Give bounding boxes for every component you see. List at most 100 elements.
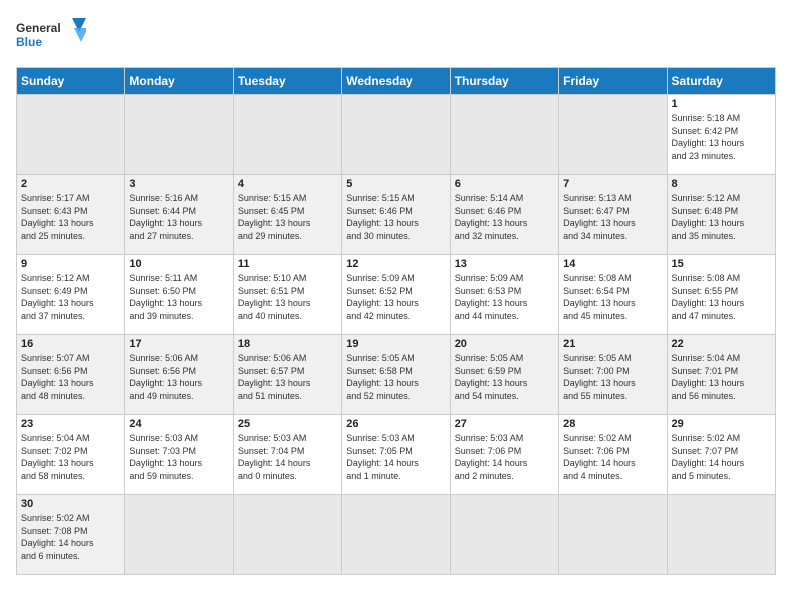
calendar-cell: 4 Sunrise: 5:15 AM Sunset: 6:45 PM Daylig… [233, 175, 341, 255]
day-info: Sunrise: 5:15 AM Sunset: 6:46 PM Dayligh… [346, 192, 445, 242]
day-number: 26 [346, 418, 445, 430]
day-info: Sunrise: 5:08 AM Sunset: 6:55 PM Dayligh… [672, 272, 771, 322]
day-info: Sunrise: 5:09 AM Sunset: 6:52 PM Dayligh… [346, 272, 445, 322]
day-info: Sunrise: 5:02 AM Sunset: 7:07 PM Dayligh… [672, 432, 771, 482]
calendar-cell: 18Sunrise: 5:06 AM Sunset: 6:57 PM Dayli… [233, 335, 341, 415]
day-info: Sunrise: 5:02 AM Sunset: 7:06 PM Dayligh… [563, 432, 662, 482]
day-info: Sunrise: 5:05 AM Sunset: 6:58 PM Dayligh… [346, 352, 445, 402]
calendar-cell: 7Sunrise: 5:13 AM Sunset: 6:47 PM Daylig… [559, 175, 667, 255]
calendar-cell: 10 Sunrise: 5:11 AM Sunset: 6:50 PM Dayli… [125, 255, 233, 335]
day-number: 15 [672, 258, 771, 270]
day-number: 28 [563, 418, 662, 430]
day-info: Sunrise: 5:07 AM Sunset: 6:56 PM Dayligh… [21, 352, 120, 402]
calendar-cell [450, 495, 558, 575]
day-number: 30 [21, 498, 120, 510]
calendar-cell [125, 95, 233, 175]
day-number: 27 [455, 418, 554, 430]
calendar-cell: 19 Sunrise: 5:05 AM Sunset: 6:58 PM Dayli… [342, 335, 450, 415]
day-info: Sunrise: 5:06 AM Sunset: 6:56 PM Dayligh… [129, 352, 228, 402]
day-number: 14 [563, 258, 662, 270]
calendar-cell: 9 Sunrise: 5:12 AM Sunset: 6:49 PM Daylig… [17, 255, 125, 335]
calendar-cell: 15 Sunrise: 5:08 AM Sunset: 6:55 PM Dayli… [667, 255, 775, 335]
day-number: 21 [563, 338, 662, 350]
calendar-cell: 29 Sunrise: 5:02 AM Sunset: 7:07 PM Dayli… [667, 415, 775, 495]
weekday-header-thursday: Thursday [450, 68, 558, 95]
calendar-cell [233, 495, 341, 575]
weekday-header-saturday: Saturday [667, 68, 775, 95]
day-number: 11 [238, 258, 337, 270]
calendar-cell [559, 95, 667, 175]
day-number: 12 [346, 258, 445, 270]
day-number: 2 [21, 178, 120, 190]
day-info: Sunrise: 5:12 AM Sunset: 6:48 PM Dayligh… [672, 192, 771, 242]
calendar-cell: 25 Sunrise: 5:03 AM Sunset: 7:04 PM Dayli… [233, 415, 341, 495]
calendar-cell: 22 Sunrise: 5:04 AM Sunset: 7:01 PM Dayli… [667, 335, 775, 415]
day-info: Sunrise: 5:11 AM Sunset: 6:50 PM Dayligh… [129, 272, 228, 322]
calendar-cell: 5 Sunrise: 5:15 AM Sunset: 6:46 PM Daylig… [342, 175, 450, 255]
day-info: Sunrise: 5:03 AM Sunset: 7:06 PM Dayligh… [455, 432, 554, 482]
calendar-cell: 27 Sunrise: 5:03 AM Sunset: 7:06 PM Dayli… [450, 415, 558, 495]
calendar: SundayMondayTuesdayWednesdayThursdayFrid… [16, 67, 776, 575]
weekday-header-sunday: Sunday [17, 68, 125, 95]
weekday-header-friday: Friday [559, 68, 667, 95]
logo-svg: General Blue [16, 16, 86, 61]
weekday-header-monday: Monday [125, 68, 233, 95]
day-info: Sunrise: 5:14 AM Sunset: 6:46 PM Dayligh… [455, 192, 554, 242]
day-number: 6 [455, 178, 554, 190]
day-info: Sunrise: 5:17 AM Sunset: 6:43 PM Dayligh… [21, 192, 120, 242]
day-info: Sunrise: 5:12 AM Sunset: 6:49 PM Dayligh… [21, 272, 120, 322]
day-number: 16 [21, 338, 120, 350]
day-number: 7 [563, 178, 662, 190]
calendar-cell: 24Sunrise: 5:03 AM Sunset: 7:03 PM Dayli… [125, 415, 233, 495]
calendar-cell: 6 Sunrise: 5:14 AM Sunset: 6:46 PM Daylig… [450, 175, 558, 255]
calendar-cell: 14 Sunrise: 5:08 AM Sunset: 6:54 PM Dayli… [559, 255, 667, 335]
day-number: 18 [238, 338, 337, 350]
day-info: Sunrise: 5:04 AM Sunset: 7:01 PM Dayligh… [672, 352, 771, 402]
logo: General Blue [16, 16, 86, 61]
day-number: 23 [21, 418, 120, 430]
calendar-cell [342, 95, 450, 175]
day-number: 9 [21, 258, 120, 270]
day-number: 3 [129, 178, 228, 190]
day-info: Sunrise: 5:04 AM Sunset: 7:02 PM Dayligh… [21, 432, 120, 482]
day-number: 1 [672, 98, 771, 110]
day-number: 29 [672, 418, 771, 430]
calendar-cell: 30 Sunrise: 5:02 AM Sunset: 7:08 PM Dayli… [17, 495, 125, 575]
day-info: Sunrise: 5:03 AM Sunset: 7:03 PM Dayligh… [129, 432, 228, 482]
calendar-cell: 11 Sunrise: 5:10 AM Sunset: 6:51 PM Dayli… [233, 255, 341, 335]
svg-text:Blue: Blue [16, 35, 42, 49]
svg-text:General: General [16, 21, 61, 35]
day-number: 17 [129, 338, 228, 350]
day-number: 22 [672, 338, 771, 350]
day-info: Sunrise: 5:05 AM Sunset: 6:59 PM Dayligh… [455, 352, 554, 402]
calendar-cell [17, 95, 125, 175]
calendar-cell [559, 495, 667, 575]
weekday-header-tuesday: Tuesday [233, 68, 341, 95]
calendar-cell: 13Sunrise: 5:09 AM Sunset: 6:53 PM Dayli… [450, 255, 558, 335]
day-info: Sunrise: 5:02 AM Sunset: 7:08 PM Dayligh… [21, 512, 120, 562]
day-info: Sunrise: 5:15 AM Sunset: 6:45 PM Dayligh… [238, 192, 337, 242]
calendar-cell: 12 Sunrise: 5:09 AM Sunset: 6:52 PM Dayli… [342, 255, 450, 335]
calendar-cell: 21 Sunrise: 5:05 AM Sunset: 7:00 PM Dayli… [559, 335, 667, 415]
day-number: 4 [238, 178, 337, 190]
day-info: Sunrise: 5:03 AM Sunset: 7:05 PM Dayligh… [346, 432, 445, 482]
calendar-cell [125, 495, 233, 575]
calendar-cell: 23 Sunrise: 5:04 AM Sunset: 7:02 PM Dayli… [17, 415, 125, 495]
calendar-cell: 2 Sunrise: 5:17 AM Sunset: 6:43 PM Daylig… [17, 175, 125, 255]
day-info: Sunrise: 5:05 AM Sunset: 7:00 PM Dayligh… [563, 352, 662, 402]
day-number: 5 [346, 178, 445, 190]
day-info: Sunrise: 5:09 AM Sunset: 6:53 PM Dayligh… [455, 272, 554, 322]
page-header: General Blue [16, 16, 776, 61]
day-number: 10 [129, 258, 228, 270]
day-number: 25 [238, 418, 337, 430]
day-info: Sunrise: 5:08 AM Sunset: 6:54 PM Dayligh… [563, 272, 662, 322]
calendar-cell: 20Sunrise: 5:05 AM Sunset: 6:59 PM Dayli… [450, 335, 558, 415]
day-info: Sunrise: 5:03 AM Sunset: 7:04 PM Dayligh… [238, 432, 337, 482]
day-info: Sunrise: 5:10 AM Sunset: 6:51 PM Dayligh… [238, 272, 337, 322]
day-number: 8 [672, 178, 771, 190]
calendar-cell: 17 Sunrise: 5:06 AM Sunset: 6:56 PM Dayli… [125, 335, 233, 415]
calendar-cell [450, 95, 558, 175]
calendar-cell: 16 Sunrise: 5:07 AM Sunset: 6:56 PM Dayli… [17, 335, 125, 415]
calendar-cell: 1Sunrise: 5:18 AM Sunset: 6:42 PM Daylig… [667, 95, 775, 175]
day-number: 19 [346, 338, 445, 350]
